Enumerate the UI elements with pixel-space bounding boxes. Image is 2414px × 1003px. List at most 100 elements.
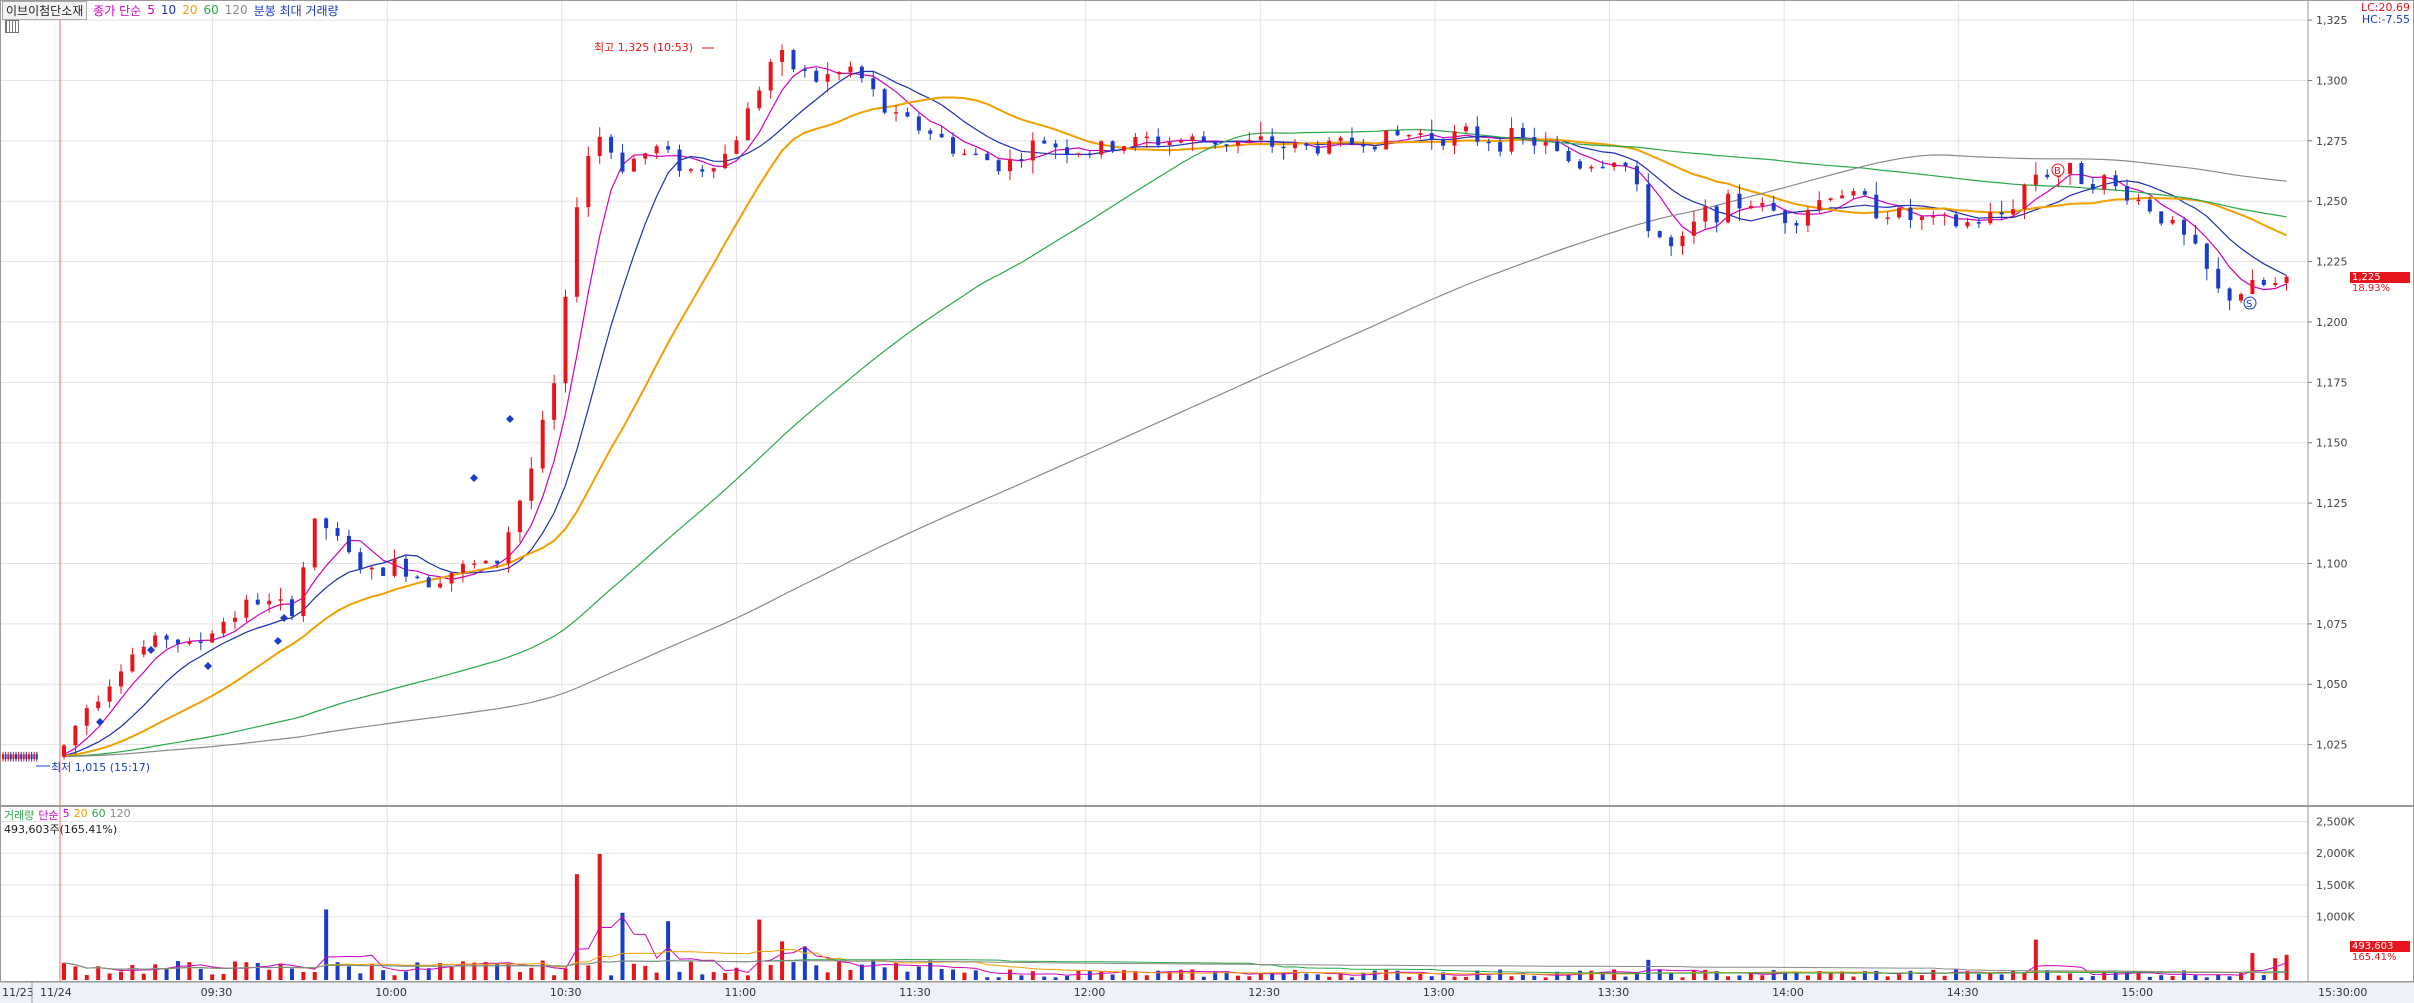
volume-bar [1919,975,1924,980]
candle-body [1008,159,1013,172]
candle-body [1965,222,1970,227]
volume-bar [2284,954,2289,980]
candle-body [597,136,602,156]
volume-bar [1851,976,1856,980]
candle-body [529,468,534,501]
price-tick-label: 1,125 [2316,497,2348,510]
volume-bar [381,970,386,980]
volume-bar [871,959,876,980]
volume-bar [2056,975,2061,980]
volume-bar [563,968,568,980]
candle-body [837,72,842,75]
candle-body [1680,235,1685,247]
candle-body [1292,143,1297,149]
stock-name[interactable]: 이브이첨단소재 [2,0,88,20]
volume-bar [506,963,511,980]
volume-bar [1315,974,1320,980]
candle-body [928,130,933,134]
candle-body [1167,142,1172,146]
candle-body [1577,161,1582,169]
volume-bar [1532,975,1537,980]
candle-body [700,169,705,172]
volume-bar [2147,976,2152,980]
price-tick-label: 1,150 [2316,437,2348,450]
volume-tick-label: 1,000K [2316,911,2355,924]
candle-body [1361,144,1366,147]
candle-body [1862,191,1867,195]
candle-body [1885,217,1890,219]
volume-bar [392,975,397,980]
volume-bar [825,972,830,980]
candle-body [1874,194,1879,219]
candle-body [1737,193,1742,209]
candle-body [1213,141,1218,145]
candle-body [951,137,956,154]
candle-body [449,572,454,584]
volume-bar [586,965,591,980]
volume-bar [529,967,534,980]
time-label: 09:30 [201,986,233,999]
volume-bar [403,971,408,980]
candle-body [2,754,4,760]
volume-bar [996,977,1001,980]
volume-bar [609,975,614,980]
candle-body [118,671,123,687]
candle-body [825,74,830,82]
settings-icon[interactable] [5,20,19,33]
time-label: 13:00 [1423,986,1455,999]
volume-bar [96,966,101,980]
volume-bar [1897,974,1902,980]
time-label: 11/24 [40,986,72,999]
candle-body [483,560,488,564]
candle-body [1942,214,1947,217]
price-tick-label: 1,200 [2316,316,2348,329]
candle-body [1897,207,1902,218]
volume-bar [1748,973,1753,980]
ma-period-60: 60 [203,3,219,17]
volume-bar [2250,953,2255,980]
candle-body [1179,140,1183,143]
candle-body [28,754,30,760]
candle-body [1486,141,1491,144]
volume-bar [1008,969,1013,980]
volume-bar [1110,974,1115,980]
candle-body [1406,134,1411,137]
candle-body [791,50,796,70]
volume-bar [552,975,557,980]
low-annotation: 최저 1,015 (15:17) [51,761,151,774]
time-label: 15:30:00 [2318,986,2367,999]
volume-bar [1691,970,1696,980]
volume-bar [324,909,329,980]
candle-body [2125,186,2130,201]
candle-body [745,108,750,141]
candle-body [17,754,20,760]
candle-body [175,639,180,644]
volume-bar [2079,977,2084,980]
candle-body [73,725,78,746]
price-tick-label: 1,325 [2316,14,2348,27]
candle-body [814,70,819,82]
volume-bar [1760,975,1765,980]
candle-body [278,599,283,601]
candle-body [1065,147,1070,155]
last-volume-tag: 493,603 [2350,941,2410,952]
candle-body [2011,209,2016,215]
candle-body [1315,145,1320,154]
candle-body [107,686,112,702]
candle-body [2284,276,2289,283]
price-ma-label: 종가 단순 [93,3,142,18]
candle-body [711,168,716,172]
candle-body [1201,136,1206,142]
time-label: 14:00 [1772,986,1804,999]
volume-bar [1144,975,1149,980]
volume-mode-label: 분봉 최대 거래량 [253,3,339,18]
volume-tick-label: 2,500K [2316,816,2355,829]
candle-body [2102,175,2107,190]
time-label: 12:30 [1248,986,1280,999]
volume-bar [916,966,921,980]
price-tick-label: 1,275 [2316,135,2348,148]
candle-body [620,152,625,172]
candle-body [1908,207,1913,220]
hc-label: HC:-7.55 [2361,13,2410,26]
volume-bar [1019,975,1024,980]
